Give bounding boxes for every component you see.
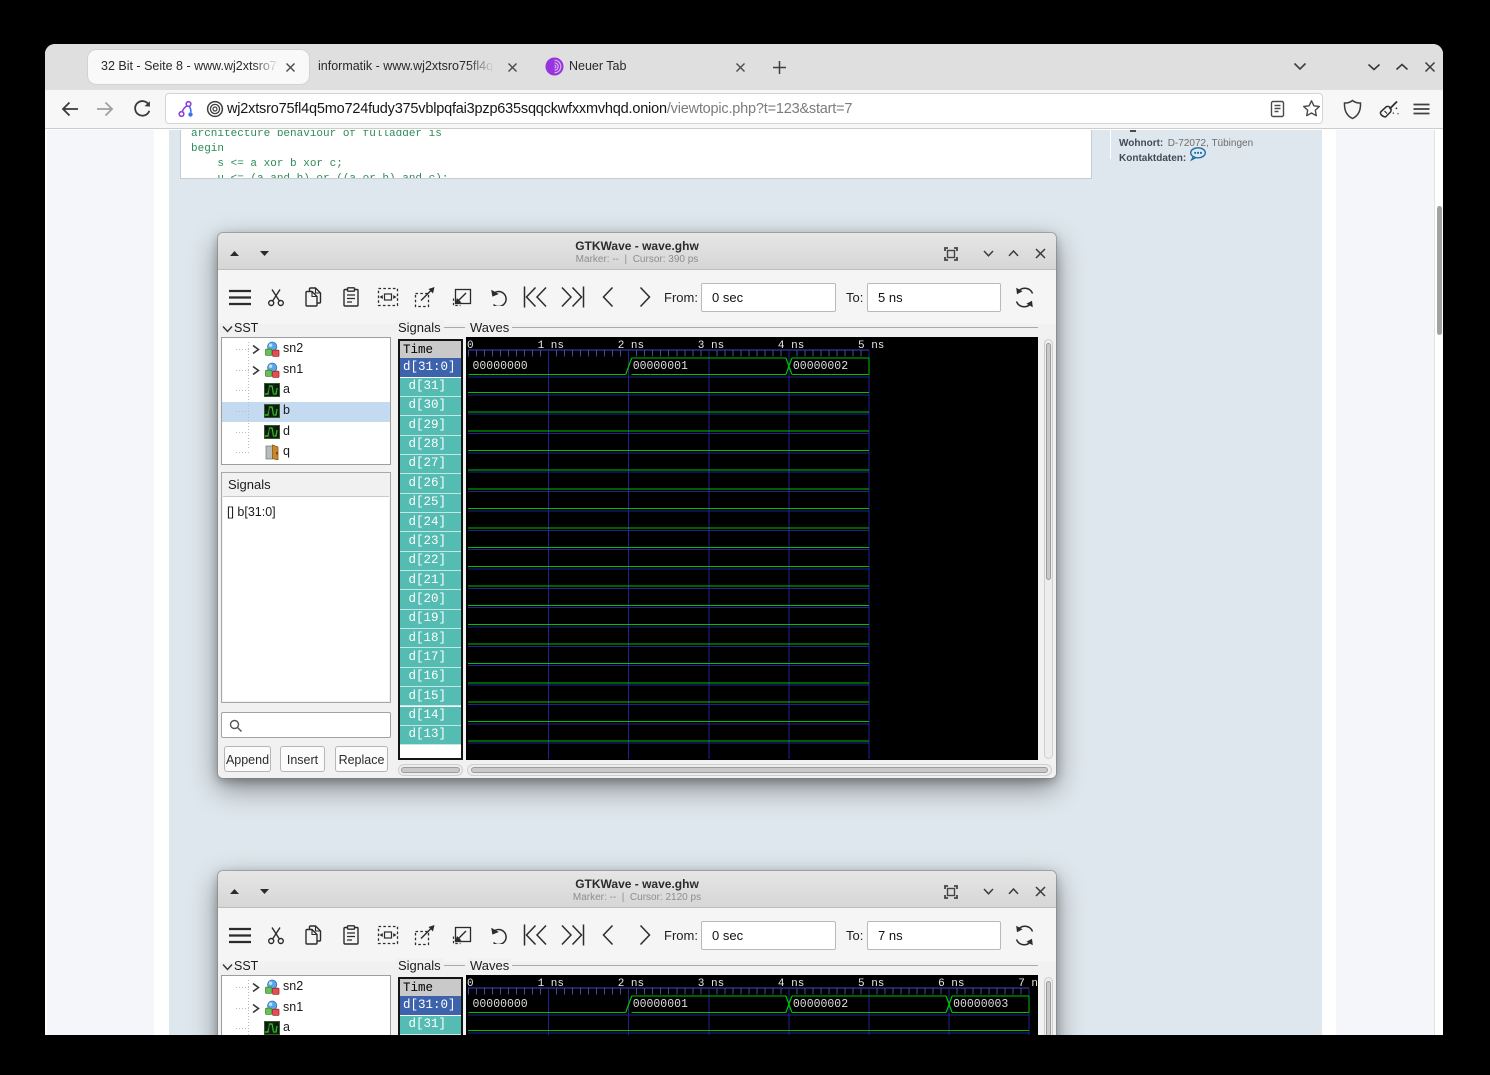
svg-text:00000001: 00000001 — [633, 360, 688, 373]
svg-text:00000003: 00000003 — [953, 998, 1008, 1011]
svg-text:00000000: 00000000 — [473, 360, 528, 373]
svg-text:00000001: 00000001 — [633, 998, 688, 1011]
svg-text:00000000: 00000000 — [473, 998, 528, 1011]
svg-text:00000002: 00000002 — [793, 998, 848, 1011]
svg-text:00000002: 00000002 — [793, 360, 848, 373]
